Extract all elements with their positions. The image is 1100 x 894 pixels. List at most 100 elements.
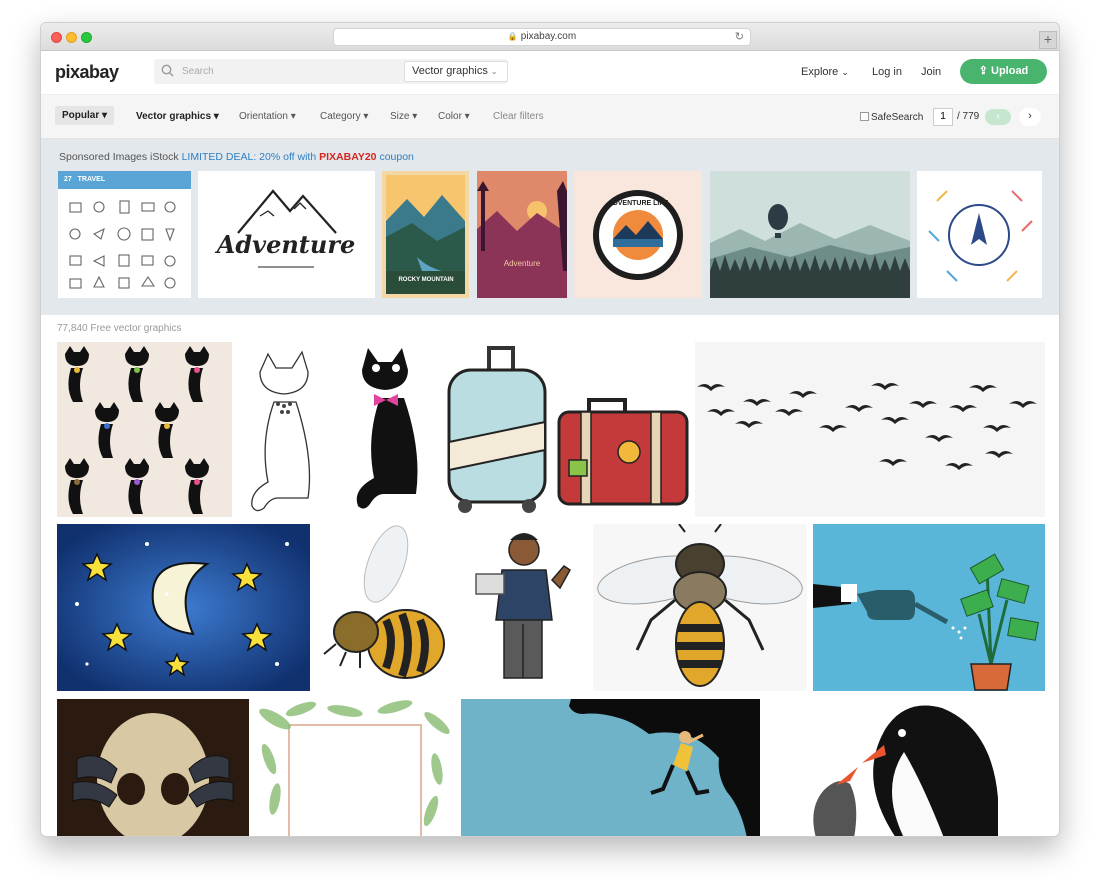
sponsored-section: Sponsored Images iStock LIMITED DEAL: 20… — [41, 139, 1059, 315]
sponsored-adventure-life[interactable]: ADVENTURE LIFE — [574, 171, 702, 298]
rock-climber-art — [569, 699, 760, 836]
result-rock-climber[interactable] — [461, 699, 760, 836]
mountain-lettering-art: Adventure — [215, 189, 356, 268]
filter-color[interactable]: Color ▾ — [438, 111, 470, 122]
adventure-lettering: Adventure — [215, 230, 356, 259]
result-bee-side[interactable] — [316, 524, 450, 691]
white-cat-art — [251, 350, 311, 512]
join-link[interactable]: Join — [921, 66, 941, 78]
browser-titlebar: 🔒 pixabay.com ↻ + — [41, 23, 1059, 51]
safesearch-label: SafeSearch — [871, 112, 924, 123]
site-header: pixabay Search Vector graphics ⌄ Explore… — [41, 51, 1059, 95]
results-count: 77,840 Free vector graphics — [57, 323, 182, 334]
address-bar[interactable]: 🔒 pixabay.com ↻ — [333, 28, 751, 46]
coupon-code[interactable]: PIXABAY20 — [319, 151, 376, 163]
adventure-sunset-caption: Adventure — [504, 259, 541, 268]
bee-front-art — [597, 524, 803, 687]
search-input[interactable]: Search — [182, 66, 214, 77]
filter-category-label: Category — [320, 111, 361, 122]
result-black-cat[interactable] — [340, 342, 435, 517]
luggage-art — [447, 346, 689, 513]
bee-side-art — [323, 525, 445, 679]
upload-label: Upload — [991, 65, 1029, 77]
result-white-cat[interactable] — [238, 342, 334, 517]
search-type-label: Vector graphics — [412, 65, 488, 77]
prev-page-button[interactable]: ‹ — [985, 109, 1011, 125]
sponsored-prefix: Sponsored Images iStock — [59, 151, 179, 163]
penguins-art — [813, 705, 998, 836]
travel-icons-grid — [69, 200, 176, 289]
adventure-life-badge-art: ADVENTURE LIFE — [593, 190, 683, 280]
page-total: / 779 — [957, 111, 980, 122]
filter-popular-label: Popular — [62, 110, 100, 121]
coupon-suffix[interactable]: coupon — [379, 151, 413, 163]
minimize-window-button[interactable] — [66, 32, 77, 43]
black-cat-art — [356, 348, 418, 509]
result-luggage[interactable] — [441, 342, 689, 517]
next-page-button[interactable]: › — [1019, 108, 1041, 126]
result-leaf-frame[interactable] — [255, 699, 455, 836]
filter-orientation-label: Orientation — [239, 111, 288, 122]
filter-size[interactable]: Size ▾ — [390, 111, 417, 122]
safesearch-checkbox[interactable] — [860, 112, 869, 121]
chevron-down-icon: ⌄ — [490, 67, 498, 76]
sponsored-balloon-landscape[interactable] — [710, 171, 910, 298]
search-icon — [161, 64, 174, 80]
rocky-mountain-art: ROCKY MOUNTAIN — [386, 175, 465, 294]
compass-art — [928, 190, 1033, 282]
result-birds[interactable] — [695, 342, 1045, 517]
lock-icon: 🔒 — [507, 32, 518, 41]
pixabay-logo[interactable]: pixabay — [55, 62, 119, 83]
filter-vector-graphics[interactable]: Vector graphics ▾ — [136, 111, 219, 122]
birds-art — [697, 383, 1037, 470]
result-bee-front[interactable] — [593, 524, 807, 691]
skull-hands-art — [72, 713, 234, 836]
cat-pattern-art — [65, 346, 209, 514]
filter-orientation[interactable]: Orientation ▾ — [239, 111, 296, 122]
leaf-frame-art — [259, 700, 450, 836]
filter-category[interactable]: Category ▾ — [320, 111, 368, 122]
chevron-down-icon: ⌄ — [841, 67, 849, 77]
money-plant-art — [813, 553, 1039, 691]
sponsored-rocky-mountain[interactable]: ROCKY MOUNTAIN — [382, 171, 469, 298]
url-text: pixabay.com — [520, 31, 577, 42]
upload-icon: ⇪ — [978, 65, 988, 77]
sponsored-travel-icons[interactable]: 27 TRAVEL — [58, 171, 191, 298]
adventure-sunset-art: Adventure — [477, 171, 567, 298]
upload-button[interactable]: ⇪ Upload — [960, 59, 1047, 84]
result-penguins[interactable] — [766, 699, 1045, 836]
sponsored-banner: Sponsored Images iStock LIMITED DEAL: 20… — [59, 151, 414, 163]
reload-icon[interactable]: ↻ — [735, 29, 744, 45]
adventure-life-caption: ADVENTURE LIFE — [608, 200, 669, 207]
result-cat-pattern[interactable] — [57, 342, 232, 517]
filter-popular[interactable]: Popular ▾ — [55, 106, 115, 125]
clear-filters-link[interactable]: Clear filters — [493, 111, 544, 122]
sponsored-compass[interactable] — [917, 171, 1042, 298]
sponsored-adventure-begins[interactable]: Adventure — [198, 171, 375, 298]
moon-stars-art — [57, 524, 310, 691]
rocky-mountain-caption: ROCKY MOUNTAIN — [398, 277, 453, 283]
zoom-window-button[interactable] — [81, 32, 92, 43]
filter-color-label: Color — [438, 111, 462, 122]
filter-size-label: Size — [390, 111, 410, 122]
result-man-laptop[interactable] — [456, 524, 587, 691]
result-money-plant[interactable] — [813, 524, 1045, 691]
search-box[interactable]: Search Vector graphics ⌄ — [154, 59, 508, 84]
result-skull-hands[interactable] — [57, 699, 249, 836]
explore-menu[interactable]: Explore ⌄ — [801, 66, 849, 78]
browser-window: 🔒 pixabay.com ↻ + pixabay Search Vector g… — [40, 22, 1060, 837]
search-type-select[interactable]: Vector graphics ⌄ — [404, 61, 508, 82]
deal-text[interactable]: LIMITED DEAL: 20% off with — [182, 151, 317, 163]
sponsored-adventure-sunset[interactable]: Adventure — [477, 171, 567, 298]
filter-bar: Popular ▾ Vector graphics ▾ Orientation … — [41, 95, 1059, 139]
close-window-button[interactable] — [51, 32, 62, 43]
new-tab-button[interactable]: + — [1039, 31, 1057, 49]
page-number-input[interactable]: 1 — [933, 108, 953, 126]
filter-vector-graphics-label: Vector graphics — [136, 111, 212, 122]
safesearch-toggle[interactable]: SafeSearch — [860, 112, 923, 123]
balloon-landscape-art — [710, 171, 910, 298]
login-link[interactable]: Log in — [872, 66, 902, 78]
man-laptop-art — [475, 533, 571, 679]
result-moon-stars[interactable] — [57, 524, 310, 691]
travel-caption: TRAVEL — [77, 176, 106, 183]
